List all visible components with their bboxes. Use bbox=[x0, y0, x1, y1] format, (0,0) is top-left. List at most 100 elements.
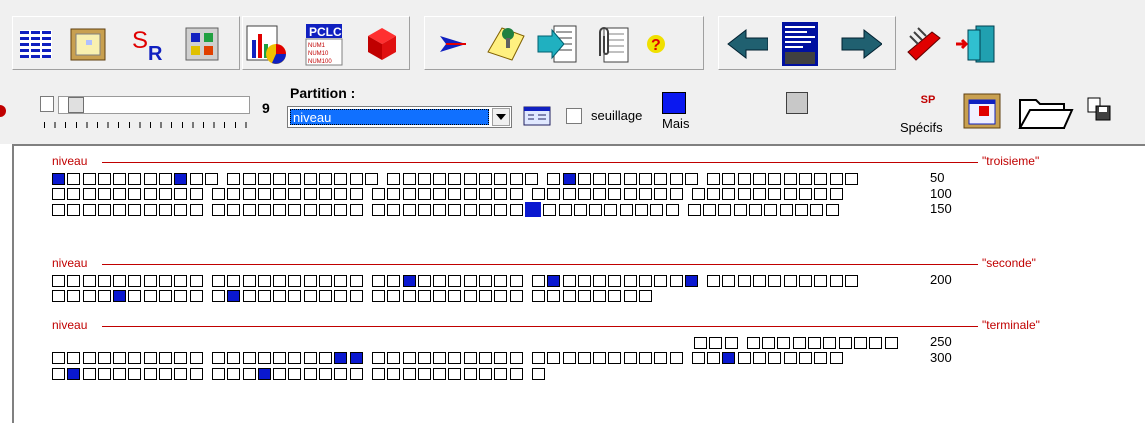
empty-cell[interactable] bbox=[479, 290, 493, 302]
empty-cell[interactable] bbox=[623, 172, 637, 185]
empty-cell[interactable] bbox=[67, 203, 81, 216]
filled-cell[interactable] bbox=[52, 172, 65, 185]
filled-cell[interactable] bbox=[524, 202, 541, 217]
slider-checkbox[interactable] bbox=[40, 96, 54, 112]
filled-cell[interactable] bbox=[402, 274, 416, 287]
empty-cell[interactable] bbox=[547, 188, 561, 200]
empty-cell[interactable] bbox=[634, 203, 648, 216]
planner-button[interactable] bbox=[962, 90, 1004, 130]
empty-cell[interactable] bbox=[174, 274, 188, 287]
empty-cell[interactable] bbox=[211, 274, 225, 287]
empty-cell[interactable] bbox=[128, 367, 142, 380]
empty-cell[interactable] bbox=[463, 274, 477, 287]
empty-cell[interactable] bbox=[448, 274, 462, 287]
empty-cell[interactable] bbox=[733, 203, 747, 216]
attach-button[interactable] bbox=[590, 22, 634, 66]
empty-cell[interactable] bbox=[273, 352, 287, 364]
empty-cell[interactable] bbox=[463, 188, 477, 200]
empty-cell[interactable] bbox=[531, 188, 545, 200]
empty-cell[interactable] bbox=[387, 352, 401, 364]
empty-cell[interactable] bbox=[402, 188, 416, 200]
filled-cell[interactable] bbox=[67, 367, 81, 380]
specifs-button[interactable]: Spécifs bbox=[900, 120, 943, 135]
empty-cell[interactable] bbox=[433, 203, 447, 216]
filled-cell[interactable] bbox=[227, 290, 241, 302]
empty-cell[interactable] bbox=[319, 290, 333, 302]
empty-cell[interactable] bbox=[417, 274, 431, 287]
list-button[interactable] bbox=[778, 22, 822, 66]
empty-cell[interactable] bbox=[794, 203, 808, 216]
empty-cell[interactable] bbox=[334, 188, 348, 200]
empty-cell[interactable] bbox=[777, 336, 791, 349]
empty-cell[interactable] bbox=[524, 172, 538, 185]
empty-cell[interactable] bbox=[638, 352, 652, 364]
empty-cell[interactable] bbox=[82, 290, 96, 302]
empty-cell[interactable] bbox=[814, 352, 828, 364]
empty-cell[interactable] bbox=[97, 290, 111, 302]
empty-cell[interactable] bbox=[273, 188, 287, 200]
empty-cell[interactable] bbox=[143, 203, 157, 216]
empty-cell[interactable] bbox=[509, 367, 523, 380]
empty-cell[interactable] bbox=[319, 352, 333, 364]
empty-cell[interactable] bbox=[189, 274, 203, 287]
seuillage-checkbox[interactable] bbox=[566, 108, 582, 124]
empty-cell[interactable] bbox=[798, 172, 812, 185]
empty-cell[interactable] bbox=[494, 290, 508, 302]
empty-cell[interactable] bbox=[288, 203, 302, 216]
empty-cell[interactable] bbox=[479, 274, 493, 287]
empty-cell[interactable] bbox=[387, 172, 401, 185]
empty-cell[interactable] bbox=[623, 290, 637, 302]
note-button[interactable] bbox=[484, 22, 528, 66]
empty-cell[interactable] bbox=[753, 274, 767, 287]
empty-cell[interactable] bbox=[159, 203, 173, 216]
empty-cell[interactable] bbox=[783, 274, 797, 287]
open-folder-button[interactable] bbox=[1016, 90, 1074, 134]
empty-cell[interactable] bbox=[762, 336, 776, 349]
empty-cell[interactable] bbox=[288, 367, 302, 380]
empty-cell[interactable] bbox=[174, 367, 188, 380]
empty-cell[interactable] bbox=[417, 172, 431, 185]
empty-cell[interactable] bbox=[371, 367, 385, 380]
empty-cell[interactable] bbox=[433, 352, 447, 364]
empty-cell[interactable] bbox=[417, 367, 431, 380]
empty-cell[interactable] bbox=[753, 172, 767, 185]
empty-cell[interactable] bbox=[433, 188, 447, 200]
empty-cell[interactable] bbox=[273, 172, 287, 185]
empty-cell[interactable] bbox=[593, 352, 607, 364]
empty-cell[interactable] bbox=[387, 367, 401, 380]
empty-cell[interactable] bbox=[838, 336, 852, 349]
empty-cell[interactable] bbox=[113, 188, 127, 200]
empty-cell[interactable] bbox=[128, 352, 142, 364]
empty-cell[interactable] bbox=[448, 188, 462, 200]
empty-cell[interactable] bbox=[227, 203, 241, 216]
empty-cell[interactable] bbox=[334, 367, 348, 380]
empty-cell[interactable] bbox=[531, 290, 545, 302]
empty-cell[interactable] bbox=[371, 352, 385, 364]
cube-button[interactable] bbox=[360, 22, 404, 66]
grey-color-swatch[interactable] bbox=[786, 92, 808, 114]
empty-cell[interactable] bbox=[608, 172, 622, 185]
empty-cell[interactable] bbox=[814, 172, 828, 185]
empty-cell[interactable] bbox=[303, 172, 317, 185]
empty-cell[interactable] bbox=[128, 274, 142, 287]
empty-cell[interactable] bbox=[764, 203, 778, 216]
empty-cell[interactable] bbox=[623, 352, 637, 364]
empty-cell[interactable] bbox=[783, 188, 797, 200]
partition-select[interactable]: niveau bbox=[287, 106, 512, 128]
empty-cell[interactable] bbox=[334, 274, 348, 287]
empty-cell[interactable] bbox=[143, 290, 157, 302]
empty-cell[interactable] bbox=[558, 203, 572, 216]
empty-cell[interactable] bbox=[577, 188, 591, 200]
empty-cell[interactable] bbox=[82, 172, 96, 185]
empty-cell[interactable] bbox=[211, 188, 225, 200]
empty-cell[interactable] bbox=[494, 203, 508, 216]
help-button[interactable]: ? bbox=[634, 22, 678, 66]
empty-cell[interactable] bbox=[494, 188, 508, 200]
empty-cell[interactable] bbox=[829, 172, 843, 185]
filled-cell[interactable] bbox=[562, 172, 576, 185]
empty-cell[interactable] bbox=[227, 172, 241, 185]
empty-cell[interactable] bbox=[463, 367, 477, 380]
empty-cell[interactable] bbox=[783, 352, 797, 364]
empty-cell[interactable] bbox=[189, 352, 203, 364]
empty-cell[interactable] bbox=[417, 188, 431, 200]
